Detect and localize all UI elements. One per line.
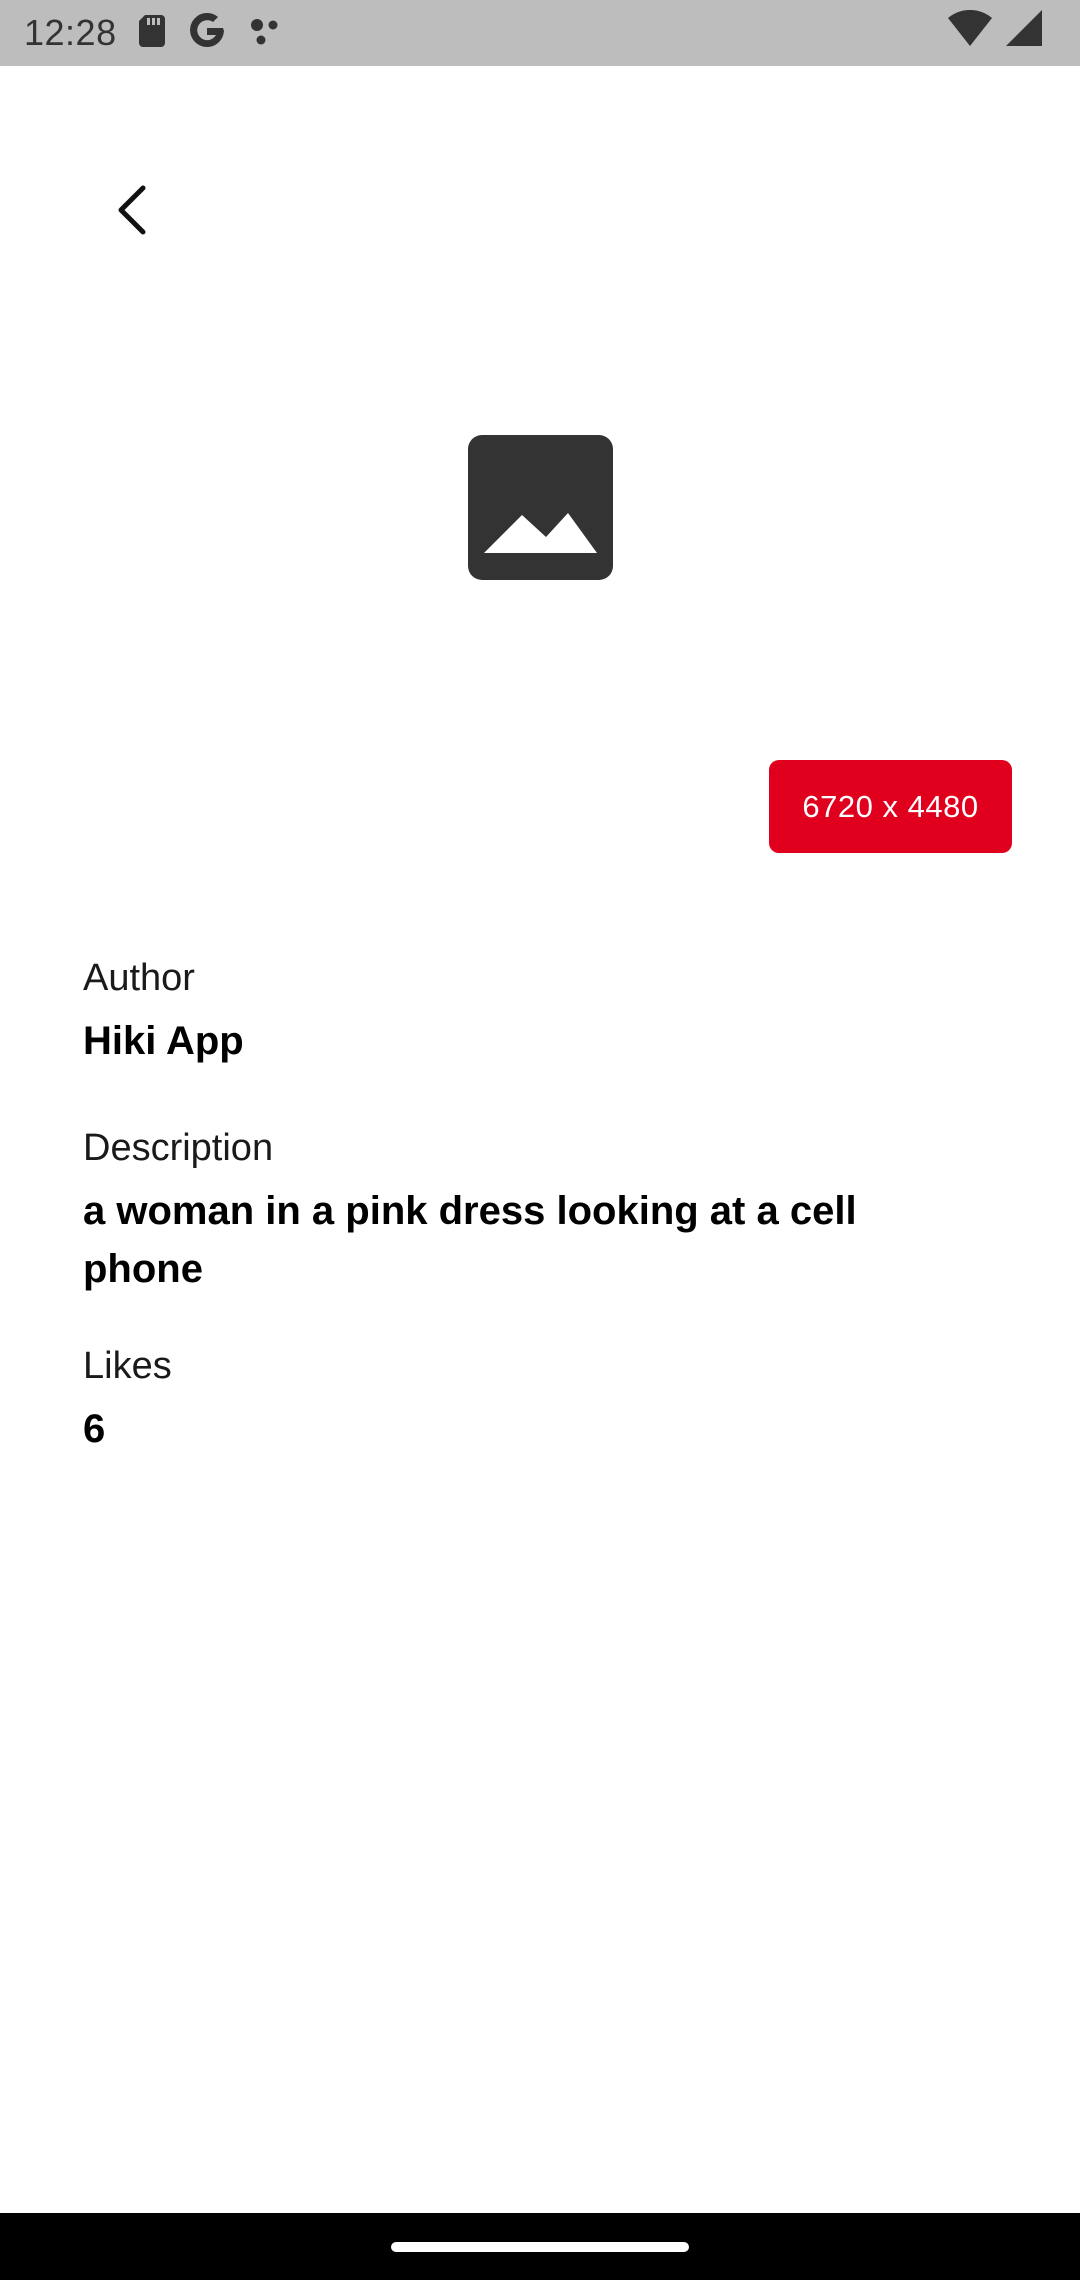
likes-value: 6: [83, 1407, 106, 1451]
dots-icon: [249, 16, 285, 51]
author-label: Author: [83, 957, 195, 999]
description-value: a woman in a pink dress looking at a cel…: [83, 1189, 857, 1291]
home-indicator[interactable]: [391, 2242, 689, 2252]
likes-label: Likes: [83, 1345, 172, 1387]
back-button[interactable]: [100, 180, 164, 244]
status-bar: 12:28: [0, 0, 1080, 66]
status-notification-icons: [138, 11, 285, 56]
chevron-left-icon: [115, 185, 149, 240]
navigation-bar: [0, 2213, 1080, 2280]
description-label: Description: [83, 1127, 274, 1169]
author-value: Hiki App: [83, 1019, 244, 1063]
image-preview: [468, 435, 613, 580]
status-system-icons: [948, 9, 1042, 51]
status-time: 12:28: [24, 12, 117, 53]
photo-details: Author Hiki App Description a woman in a…: [83, 950, 983, 1458]
google-icon: [187, 11, 227, 56]
resolution-badge: 6720 x 4480: [769, 760, 1012, 853]
signal-icon: [1006, 10, 1042, 51]
sd-card-icon: [138, 14, 165, 52]
wifi-icon: [948, 9, 992, 51]
image-placeholder-icon: [468, 435, 613, 584]
